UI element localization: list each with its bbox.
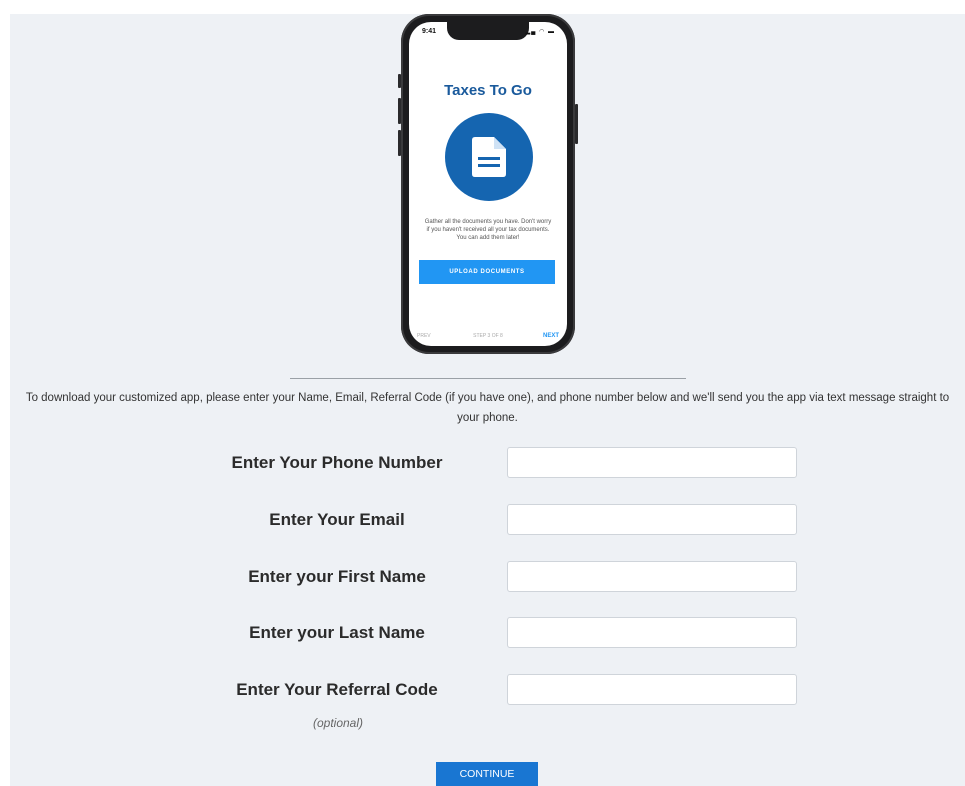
optional-note: (optional)	[312, 716, 364, 730]
document-icon-circle	[445, 113, 533, 201]
phone-pager: PREV STEP 3 OF 8 NEXT	[409, 333, 567, 343]
first-name-input[interactable]	[507, 561, 797, 592]
next-label: NEXT	[542, 333, 559, 339]
document-icon	[472, 137, 506, 177]
phone-side-button	[398, 74, 401, 88]
referral-code-input[interactable]	[507, 674, 797, 705]
email-label: Enter Your Email	[269, 510, 405, 529]
phone-side-button	[398, 98, 401, 124]
phone-side-button	[398, 130, 401, 156]
continue-button[interactable]: CONTINUE	[436, 762, 538, 786]
phone-side-button	[575, 104, 578, 144]
first-name-label: Enter your First Name	[248, 567, 426, 586]
phone-screen: 9:41 ▂▄ ◠ ▬ Taxes To Go Gather all the d…	[409, 22, 567, 346]
phone-mockup: 9:41 ▂▄ ◠ ▬ Taxes To Go Gather all the d…	[398, 14, 578, 354]
last-name-input[interactable]	[507, 617, 797, 648]
status-time: 9:41	[422, 28, 437, 35]
phone-number-label: Enter Your Phone Number	[231, 453, 443, 472]
status-icons: ▂▄ ◠ ▬	[525, 29, 555, 35]
upload-documents-button: UPLOAD DOCUMENTS	[419, 260, 555, 284]
intro-text: To download your customized app, please …	[25, 392, 950, 424]
app-title: Taxes To Go	[444, 82, 532, 99]
section-divider	[290, 378, 686, 379]
phone-number-input[interactable]	[507, 447, 797, 478]
phone-notch	[447, 22, 529, 40]
referral-code-label: Enter Your Referral Code	[236, 680, 438, 699]
email-input[interactable]	[507, 504, 797, 535]
last-name-label: Enter your Last Name	[249, 623, 425, 642]
app-description: Gather all the documents you have. Don't…	[424, 219, 552, 241]
